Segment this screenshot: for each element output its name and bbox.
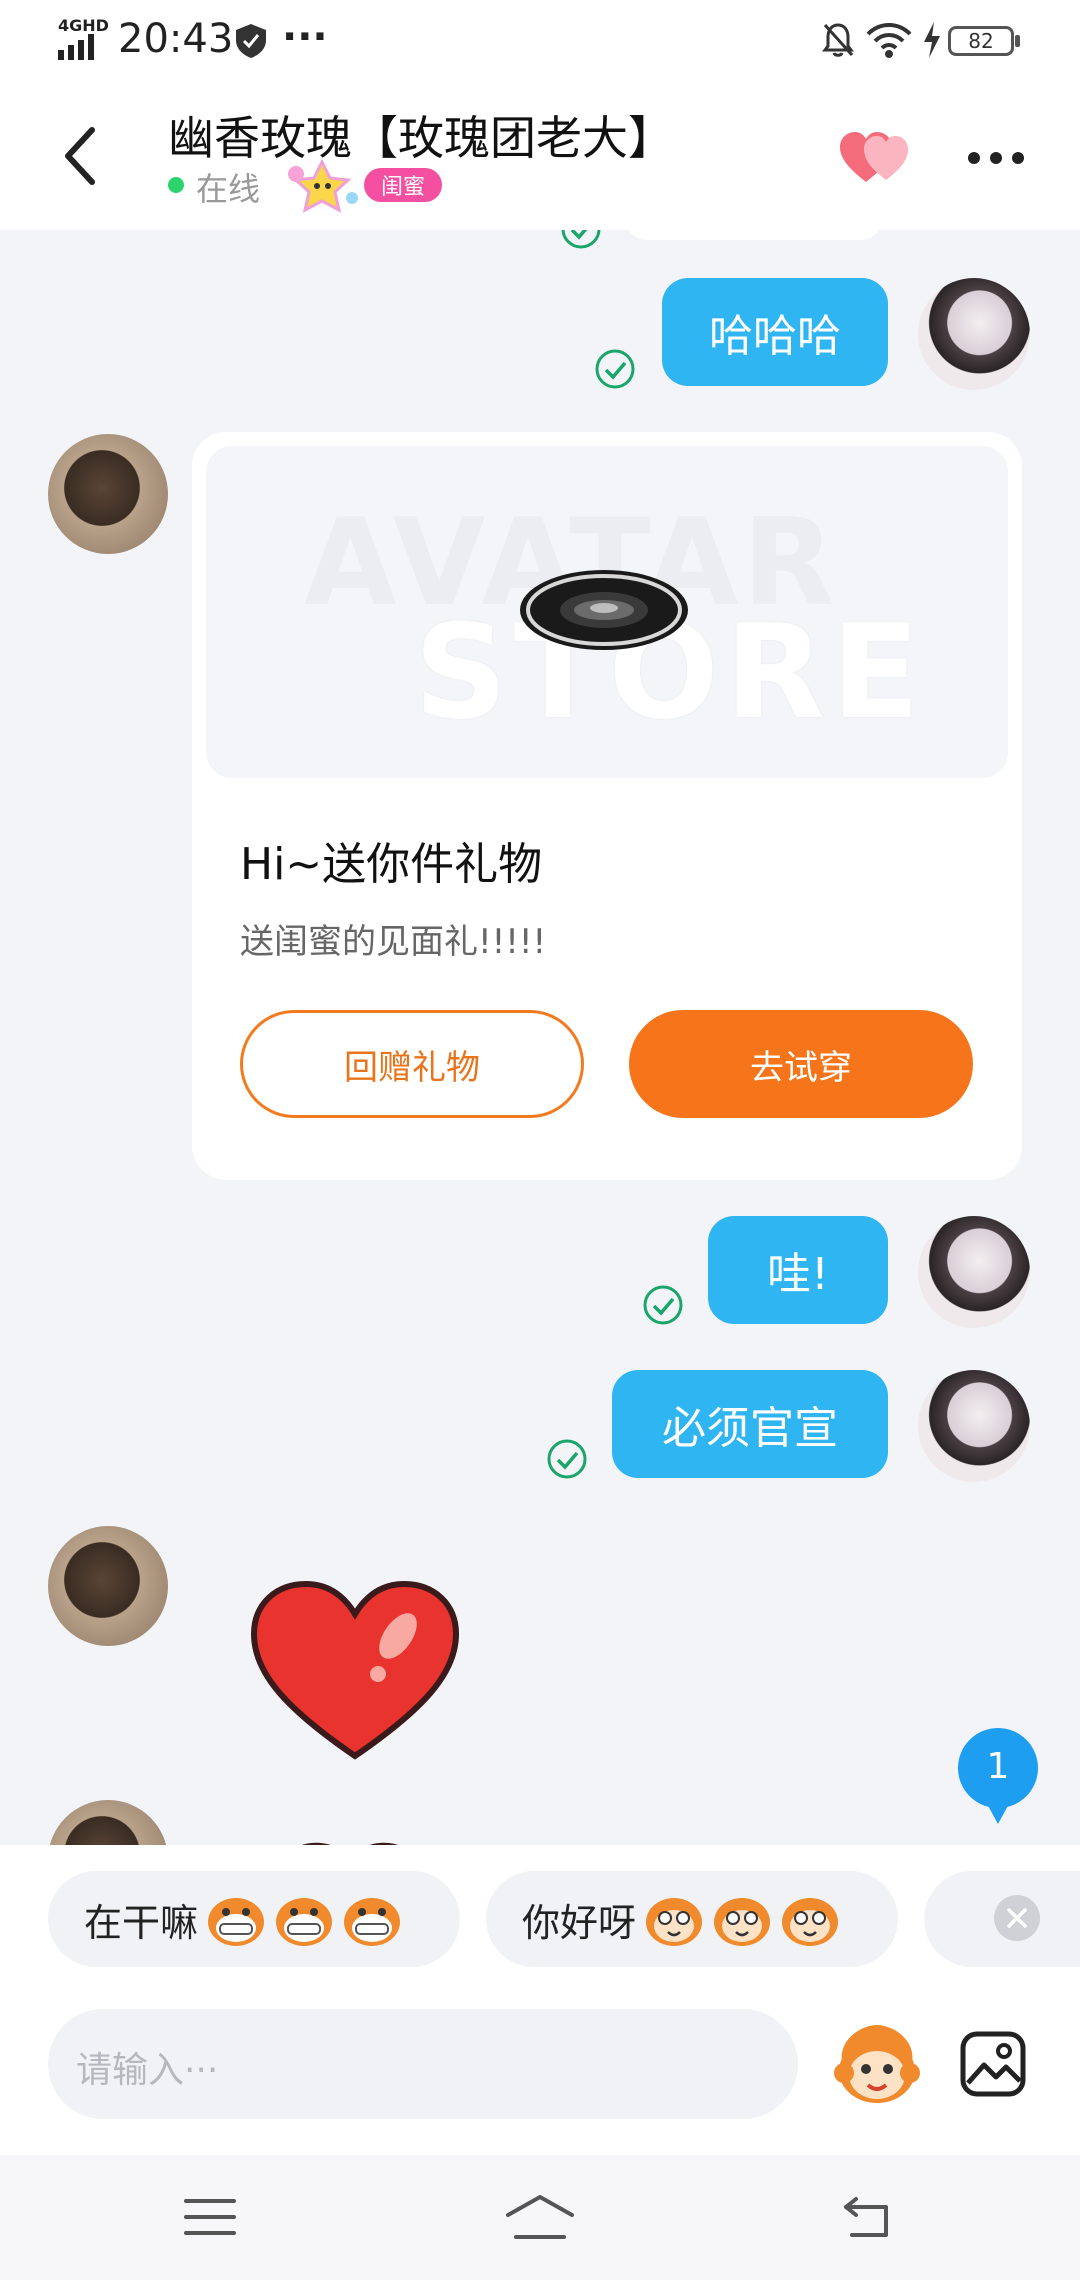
sent-message-bubble[interactable]: 哇!: [708, 1216, 888, 1324]
monkey-emoji-button-icon[interactable]: [832, 2023, 922, 2107]
gift-card[interactable]: AVATAR STORE Hi~送你件礼物 送闺蜜的见面礼!!!!! 回赠礼物 …: [192, 432, 1022, 1180]
message-text: 必须官宣: [662, 1403, 838, 1454]
smiling-monkey-icon: [714, 1898, 771, 1946]
online-status: 在线: [196, 170, 261, 208]
home-nav-icon[interactable]: [504, 2193, 576, 2241]
menu-nav-icon[interactable]: [184, 2197, 236, 2237]
smiling-monkey-icon: [782, 1898, 839, 1946]
read-check-icon: [561, 230, 601, 249]
message-input[interactable]: 请输入···: [48, 2009, 798, 2119]
heart-sticker[interactable]: [248, 1578, 462, 1764]
grinning-monkey-icon: [208, 1898, 265, 1946]
gift-card-title: Hi~送你件礼物: [240, 839, 543, 890]
quick-reply-text: 在干嘛: [84, 1900, 199, 1945]
image-picker-icon[interactable]: [960, 2031, 1026, 2097]
clock: 20:43: [118, 16, 234, 62]
friend-avatar[interactable]: [48, 1800, 168, 1845]
status-bar: 4GHD 20:43 ··· 82: [0, 0, 1080, 80]
my-avatar[interactable]: [918, 1370, 1030, 1482]
back-nav-icon[interactable]: [842, 2193, 894, 2239]
message-input-placeholder: 请输入···: [76, 2050, 219, 2091]
star-mascot-icon: [288, 158, 358, 213]
chat-area[interactable]: 哈哈哈 AVATAR STORE Hi~送你件礼物 送闺蜜的见面礼!!!!! 回…: [0, 230, 1080, 1845]
shield-icon: [236, 24, 266, 58]
bestie-badge-label: 闺蜜: [380, 175, 425, 200]
gift-image-area: AVATAR STORE: [206, 446, 1008, 778]
chat-title: 幽香玫瑰【玫瑰团老大】: [168, 111, 674, 165]
return-gift-label: 回赠礼物: [344, 1047, 480, 1088]
system-nav-bar: [0, 2155, 1080, 2280]
back-arrow-icon[interactable]: [62, 126, 98, 186]
read-check-icon: [547, 1439, 587, 1479]
return-gift-button[interactable]: 回赠礼物: [240, 1010, 584, 1118]
previous-message-fragment: [624, 230, 884, 240]
gift-item-image: [520, 570, 688, 650]
more-notifications: ···: [282, 14, 328, 60]
grinning-monkey-icon: [276, 1898, 333, 1946]
chat-header: 幽香玫瑰【玫瑰团老大】 在线 闺蜜: [0, 80, 1080, 230]
hearts-icon[interactable]: [838, 130, 914, 186]
try-on-button[interactable]: 去试穿: [629, 1010, 973, 1118]
battery-icon: 82: [948, 26, 1014, 56]
battery-level: 82: [968, 29, 994, 53]
sent-message-bubble[interactable]: 必须官宣: [612, 1370, 888, 1478]
unread-count: 1: [986, 1746, 1010, 1787]
network-indicator: 4GHD: [58, 16, 109, 35]
wifi-icon: [866, 23, 912, 58]
grinning-monkey-icon: [344, 1898, 401, 1946]
my-avatar[interactable]: [918, 1216, 1030, 1328]
close-quick-replies-button[interactable]: [994, 1895, 1040, 1941]
battery-tip: [1015, 35, 1020, 47]
signal-icon: [58, 34, 94, 60]
bestie-badge: 闺蜜: [364, 168, 442, 202]
close-icon: [1007, 1908, 1027, 1928]
friend-avatar[interactable]: [48, 434, 168, 554]
bottom-input-area: 在干嘛 你好呀 请输入···: [0, 1845, 1080, 2155]
quick-reply-chip[interactable]: 你好呀: [486, 1871, 898, 1967]
charging-icon: [924, 22, 940, 58]
try-on-label: 去试穿: [750, 1047, 852, 1088]
message-text: 哇!: [767, 1249, 829, 1300]
smiling-monkey-icon: [646, 1898, 703, 1946]
read-check-icon: [595, 349, 635, 389]
gift-card-text: 送闺蜜的见面礼!!!!!: [240, 922, 547, 962]
sent-message-bubble[interactable]: 哈哈哈: [662, 278, 888, 386]
message-text: 哈哈哈: [709, 311, 841, 362]
friend-avatar[interactable]: [48, 1526, 168, 1646]
more-options-icon[interactable]: [966, 150, 1026, 166]
quick-reply-text: 你好呀: [522, 1900, 637, 1945]
sticker-fragment: [302, 1842, 398, 1845]
my-avatar[interactable]: [918, 278, 1030, 390]
mute-bell-icon: [822, 23, 854, 57]
online-dot: [168, 177, 184, 193]
quick-reply-chip[interactable]: 在干嘛: [48, 1871, 460, 1967]
read-check-icon: [643, 1285, 683, 1325]
